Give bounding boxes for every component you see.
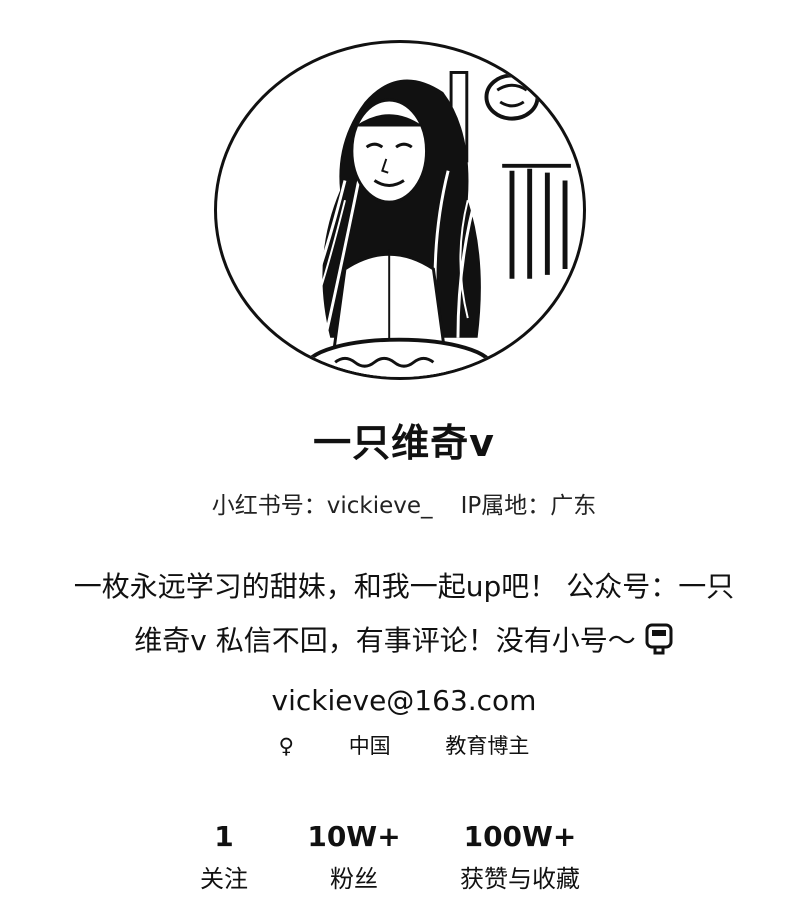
- pager-icon: [644, 620, 674, 674]
- stat-value: 1: [214, 820, 234, 853]
- bio-email: vickieve@163.com: [271, 684, 537, 717]
- stat-label: 关注: [200, 865, 248, 893]
- profile-tags: ♀ 中国 教育博主: [0, 730, 808, 760]
- stats-bar: 1 关注 10W+ 粉丝 100W+ 获赞与收藏: [200, 820, 580, 904]
- stat-value: 100W+: [463, 820, 577, 853]
- stat-following[interactable]: 1 关注: [200, 820, 248, 904]
- ip-location: IP属地：广东: [460, 493, 597, 519]
- bio-line: 维奇v 私信不回，有事评论！没有小号～: [0, 614, 808, 674]
- stat-followers[interactable]: 10W+ 粉丝: [307, 820, 400, 904]
- red-id[interactable]: 小红书号：vickieve_: [212, 493, 433, 519]
- avatar-illustration: [294, 70, 571, 377]
- bio-line: 一枚永远学习的甜妹，和我一起up吧！ 公众号：一只: [73, 570, 735, 603]
- avatar[interactable]: [214, 40, 586, 380]
- stat-likes-collects[interactable]: 100W+ 获赞与收藏: [460, 820, 580, 904]
- nickname: 一只维奇v: [313, 421, 495, 465]
- region-tag: 中国: [348, 734, 391, 758]
- profile-ids: 小红书号：vickieve_ IP属地：广东: [0, 486, 808, 520]
- stat-value: 10W+: [307, 820, 401, 853]
- bio-line-text: 维奇v 私信不回，有事评论！没有小号～: [134, 624, 636, 657]
- gender-tag: ♀: [278, 734, 294, 758]
- stat-label: 粉丝: [330, 865, 378, 893]
- bio: 一枚永远学习的甜妹，和我一起up吧！ 公众号：一只 维奇v 私信不回，有事评论！…: [0, 560, 808, 728]
- category-tag: 教育博主: [445, 734, 530, 758]
- stat-label: 获赞与收藏: [460, 865, 580, 893]
